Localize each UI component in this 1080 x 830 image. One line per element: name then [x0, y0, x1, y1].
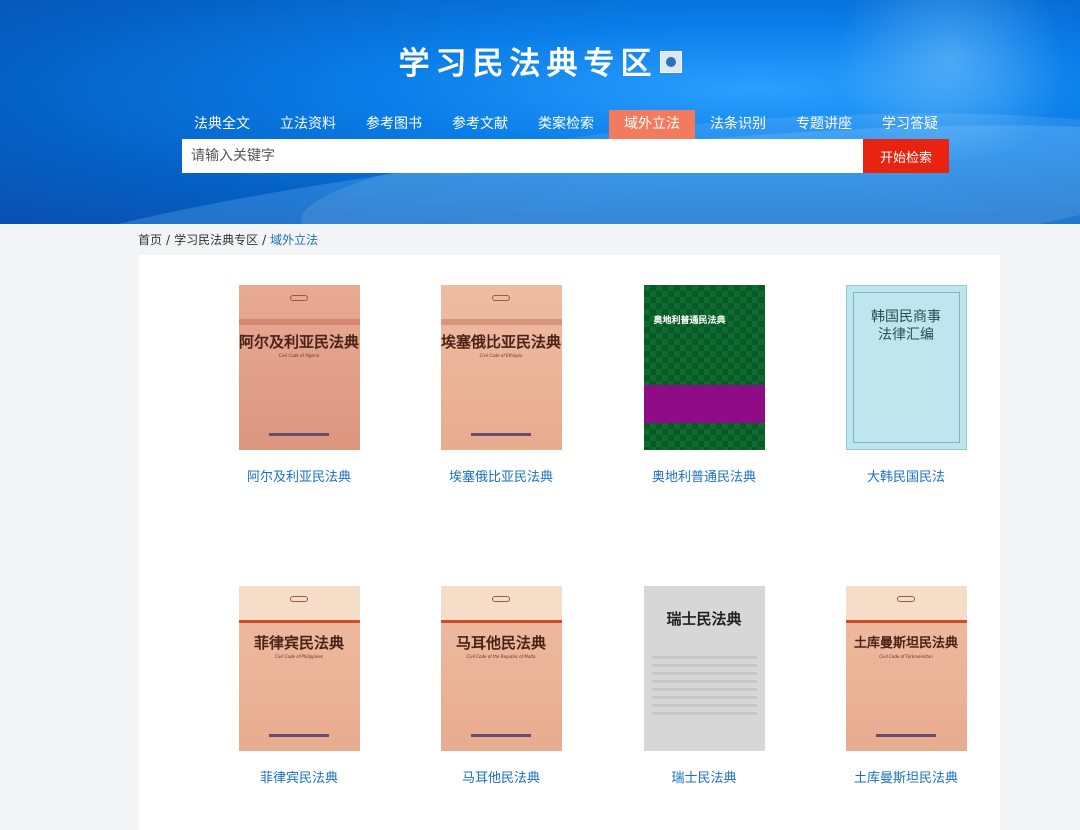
breadcrumb-section[interactable]: 学习民法典专区	[174, 233, 258, 247]
nav-item-article-recognition[interactable]: 法条识别	[695, 110, 781, 139]
search-button[interactable]: 开始检索	[863, 139, 949, 173]
breadcrumb-separator: /	[262, 233, 267, 247]
book-cover[interactable]: 马耳他民法典 Civil Code of the Republic of Mal…	[440, 586, 562, 751]
seal-icon	[492, 596, 510, 602]
book-title[interactable]: 奥地利普通民法典	[604, 466, 804, 485]
cover-topbar	[238, 586, 360, 620]
book-card[interactable]: 韩国民商事法律汇编 大韩民国民法	[806, 285, 1006, 485]
book-grid: 阿尔及利亚民法典 Civil Code of Algeria 阿尔及利亚民法典 …	[139, 255, 1000, 830]
cover-band	[845, 620, 967, 623]
cover-text-lines	[651, 656, 757, 716]
seal-icon	[897, 596, 915, 602]
breadcrumb: 首页 / 学习民法典专区 / 域外立法	[138, 231, 318, 248]
cover-band	[440, 620, 562, 623]
cover-band	[440, 319, 562, 325]
breadcrumb-home[interactable]: 首页	[138, 233, 162, 247]
book-card[interactable]: 奥地利普通民法典 奥地利普通民法典	[604, 285, 804, 485]
book-cover[interactable]: 阿尔及利亚民法典 Civil Code of Algeria	[238, 285, 360, 450]
book-title[interactable]: 阿尔及利亚民法典	[199, 466, 399, 485]
publisher-mark	[268, 433, 329, 436]
nav-item-full-text[interactable]: 法典全文	[179, 110, 265, 139]
cover-title: 奥地利普通民法典	[653, 316, 726, 326]
publisher-mark	[470, 433, 531, 436]
book-cover[interactable]: 菲律宾民法典 Civil Code of Philippines	[238, 586, 360, 751]
site-title: 学习民法典专区	[0, 38, 1080, 83]
seal-icon	[290, 295, 308, 301]
book-card[interactable]: 土库曼斯坦民法典 Civil Code of Turkmenistan 土库曼斯…	[806, 586, 1006, 786]
book-cover[interactable]: 奥地利普通民法典	[643, 285, 765, 450]
cover-title: 韩国民商事法律汇编	[871, 309, 941, 343]
cover-subtitle: Civil Code of the Republic of Malta	[466, 654, 536, 659]
badge-icon	[659, 50, 682, 73]
book-cover[interactable]: 埃塞俄比亚民法典 Civil Code of Ethiopia	[440, 285, 562, 450]
search-bar: 开始检索	[182, 139, 949, 173]
cover-subtitle: Civil Code of Philippines	[275, 654, 323, 659]
book-card[interactable]: 瑞士民法典 瑞士民法典	[604, 586, 804, 786]
seal-icon	[290, 596, 308, 602]
nav-item-legislative-materials[interactable]: 立法资料	[265, 110, 351, 139]
book-title[interactable]: 土库曼斯坦民法典	[806, 767, 1006, 786]
publisher-mark	[268, 734, 329, 737]
breadcrumb-separator: /	[166, 233, 171, 247]
book-cover[interactable]: 土库曼斯坦民法典 Civil Code of Turkmenistan	[845, 586, 967, 751]
cover-title: 埃塞俄比亚民法典	[440, 333, 561, 351]
book-cover[interactable]: 瑞士民法典	[643, 586, 765, 751]
publisher-mark	[875, 734, 936, 737]
cover-band	[643, 385, 765, 423]
cover-subtitle: Civil Code of Algeria	[278, 353, 320, 358]
book-card[interactable]: 埃塞俄比亚民法典 Civil Code of Ethiopia 埃塞俄比亚民法典	[401, 285, 601, 485]
book-card[interactable]: 阿尔及利亚民法典 Civil Code of Algeria 阿尔及利亚民法典	[199, 285, 399, 485]
cover-topbar	[440, 586, 562, 620]
header-banner: 学习民法典专区 法典全文 立法资料 参考图书 参考文献 类案检索 域外立法 法条…	[0, 0, 1080, 224]
publisher-mark	[470, 734, 531, 737]
cover-subtitle: Civil Code of Ethiopia	[479, 353, 523, 358]
book-cover[interactable]: 韩国民商事法律汇编	[845, 285, 967, 450]
breadcrumb-current: 域外立法	[270, 233, 319, 247]
book-card[interactable]: 菲律宾民法典 Civil Code of Philippines 菲律宾民法典	[199, 586, 399, 786]
cover-title: 菲律宾民法典	[253, 634, 344, 652]
cover-topbar	[845, 586, 967, 620]
nav-item-foreign-legislation[interactable]: 域外立法	[609, 110, 695, 139]
book-title[interactable]: 瑞士民法典	[604, 767, 804, 786]
cover-band	[238, 620, 360, 623]
book-title[interactable]: 马耳他民法典	[401, 767, 601, 786]
cover-subtitle: Civil Code of Turkmenistan	[879, 654, 933, 659]
nav-item-lectures[interactable]: 专题讲座	[781, 110, 867, 139]
book-title[interactable]: 大韩民国民法	[806, 466, 1006, 485]
nav-item-case-search[interactable]: 类案检索	[523, 110, 609, 139]
cover-title: 瑞士民法典	[666, 610, 742, 628]
book-card[interactable]: 马耳他民法典 Civil Code of the Republic of Mal…	[401, 586, 601, 786]
search-input[interactable]	[182, 139, 863, 173]
seal-icon	[492, 295, 510, 301]
nav-item-reference-books[interactable]: 参考图书	[351, 110, 437, 139]
nav-item-qa[interactable]: 学习答疑	[867, 110, 953, 139]
book-title[interactable]: 菲律宾民法典	[199, 767, 399, 786]
site-title-text: 学习民法典专区	[398, 46, 658, 82]
nav-item-reference-literature[interactable]: 参考文献	[437, 110, 523, 139]
main-nav: 法典全文 立法资料 参考图书 参考文献 类案检索 域外立法 法条识别 专题讲座 …	[179, 110, 953, 139]
book-title[interactable]: 埃塞俄比亚民法典	[401, 466, 601, 485]
cover-title: 马耳他民法典	[455, 634, 546, 652]
cover-title: 阿尔及利亚民法典	[238, 333, 359, 351]
cover-band	[238, 319, 360, 325]
cover-title: 土库曼斯坦民法典	[853, 636, 958, 651]
